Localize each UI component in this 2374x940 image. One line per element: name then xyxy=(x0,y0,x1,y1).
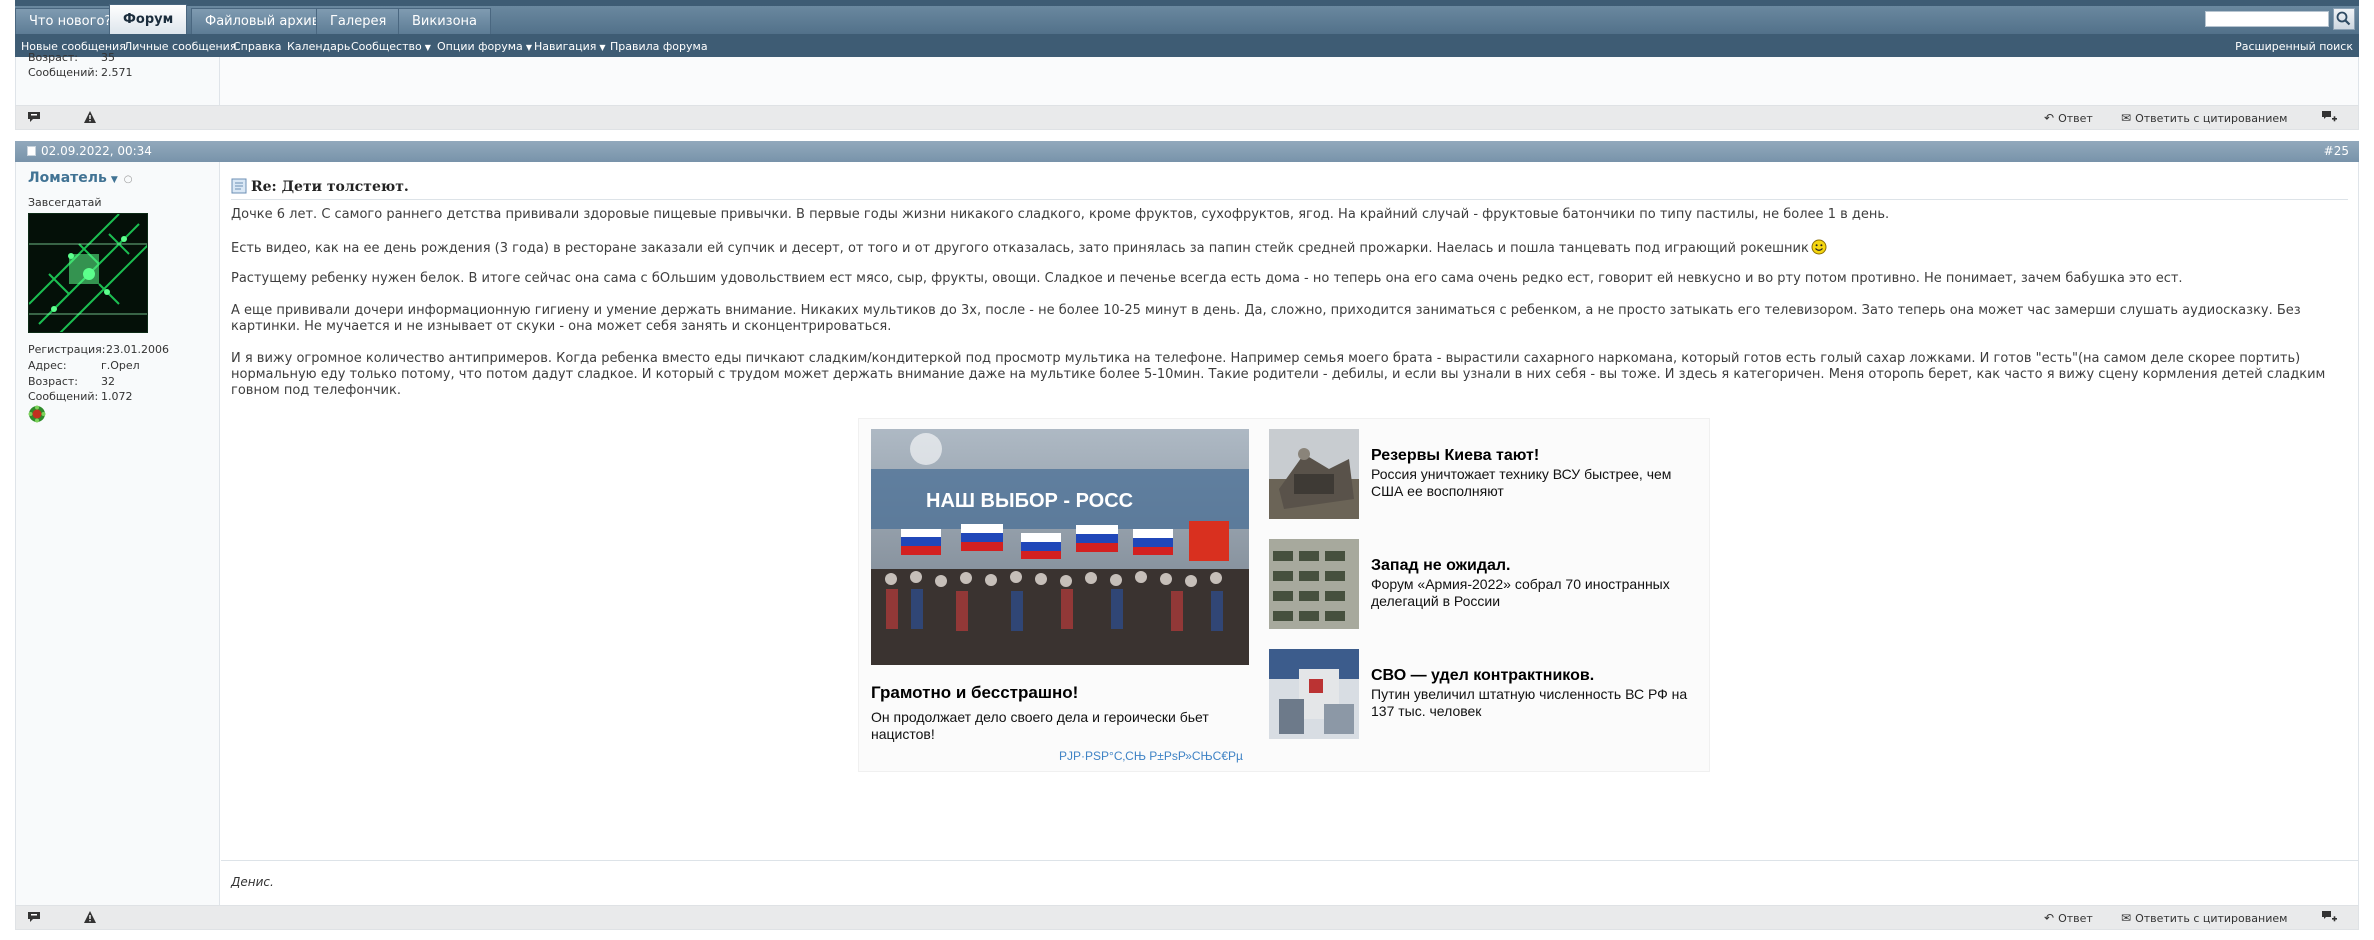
subnav-forum-options[interactable]: Опции форума ▼ xyxy=(437,40,532,53)
post-icon xyxy=(231,178,247,194)
quote-bubble-icon: ✉ xyxy=(2121,911,2132,925)
reply-arrow-icon: ↶ xyxy=(2044,111,2055,125)
news-thumbnail[interactable] xyxy=(1269,649,1359,739)
navbar-subnav: Новые сообщения Личные сообщения Справка… xyxy=(15,36,2359,57)
multi-quote-icon[interactable] xyxy=(2321,110,2337,126)
subnav-navigation[interactable]: Навигация ▼ xyxy=(534,40,606,53)
subnav-community[interactable]: Сообщество ▼ xyxy=(351,40,431,53)
tab-wikizone[interactable]: Викизона xyxy=(398,8,491,34)
message-paragraph: И я вижу огромное количество антипримеро… xyxy=(231,351,2326,398)
document-icon xyxy=(27,146,36,156)
user-title: Завсегдатай xyxy=(28,196,102,209)
previous-post-age: Возраст: 35 xyxy=(28,51,115,64)
post-content: Re: Дети толстеют. Дочке 6 лет. С самого… xyxy=(221,162,2358,906)
award-badge-icon[interactable] xyxy=(28,405,46,423)
caret-down-icon: ▼ xyxy=(599,43,606,52)
news-item-title[interactable]: Резервы Киева тают! xyxy=(1371,447,1539,465)
multi-quote-icon[interactable] xyxy=(2321,910,2337,926)
previous-post: Возраст: 35 Сообщений: 2.571 xyxy=(15,51,2359,105)
news-thumbnail[interactable] xyxy=(1269,539,1359,629)
message-paragraph: Растущему ребенку нужен белок. В итоге с… xyxy=(231,271,2183,286)
search-input[interactable] xyxy=(2205,11,2329,27)
subnav-help[interactable]: Справка xyxy=(233,40,281,53)
post-userinfo: Ломатель ▼ ○ Завсегдатай Регистрация: 23… xyxy=(16,162,220,906)
search-button[interactable] xyxy=(2333,8,2355,30)
user-registration: Регистрация: 23.01.2006 xyxy=(28,343,169,356)
news-item[interactable]: Запад не ожидал. Форум «Армия-2022» собр… xyxy=(1269,539,1699,629)
banner-text: НАШ ВЫБОР - РОСС xyxy=(926,490,1133,512)
tab-forum[interactable]: Форум xyxy=(109,4,188,34)
quote-reply-link[interactable]: ✉ Ответить с цитированием xyxy=(2121,111,2287,125)
navbar: Что нового? Форум Файловый архив Галерея… xyxy=(15,0,2359,57)
news-item-description[interactable]: Путин увеличил штатную численность ВС РФ… xyxy=(1371,686,1701,720)
avatar[interactable] xyxy=(28,213,148,333)
speech-bubble-icon[interactable] xyxy=(26,110,42,126)
tab-file-archive[interactable]: Файловый архив xyxy=(191,8,334,34)
news-item-title[interactable]: СВО — удел контрактников. xyxy=(1371,667,1594,685)
subnav-calendar[interactable]: Календарь xyxy=(287,40,350,53)
subnav-forum-rules[interactable]: Правила форума xyxy=(610,40,708,53)
news-main-title[interactable]: Грамотно и бесстрашно! xyxy=(871,683,1078,703)
speech-bubble-icon[interactable] xyxy=(26,910,42,926)
navbar-tabs: Что нового? Форум Файловый архив Галерея… xyxy=(15,4,2359,34)
previous-post-footer: ↶ Ответ ✉ Ответить с цитированием xyxy=(15,105,2359,130)
signature: Денис. xyxy=(231,875,274,889)
news-item[interactable]: СВО — удел контрактников. Путин увеличил… xyxy=(1269,649,1699,739)
caret-down-icon: ▼ xyxy=(424,43,431,52)
post-title: Re: Дети толстеют. xyxy=(231,178,2348,200)
reply-link[interactable]: ↶ Ответ xyxy=(2044,111,2093,125)
post-header: 02.09.2022, 00:34 #25 xyxy=(15,141,2359,162)
news-thumbnail[interactable] xyxy=(1269,429,1359,519)
news-widget: НАШ ВЫБОР - РОСС Грамотно и бесстрашно! … xyxy=(858,418,1710,772)
message-paragraph: А еще прививали дочери информационную ги… xyxy=(231,303,2301,334)
user-message-count: Сообщений: 1.072 xyxy=(28,390,133,403)
smiley-icon xyxy=(1811,239,1827,255)
subnav-private-messages[interactable]: Личные сообщения xyxy=(124,40,236,53)
user-age: Возраст: 32 xyxy=(28,375,115,388)
post-date: 02.09.2022, 00:34 xyxy=(27,144,152,158)
news-item-description[interactable]: Россия уничтожает технику ВСУ быстрее, ч… xyxy=(1371,466,1701,500)
quote-bubble-icon: ✉ xyxy=(2121,111,2132,125)
signature-divider xyxy=(221,860,2358,861)
news-item[interactable]: Резервы Киева тают! Россия уничтожает те… xyxy=(1269,429,1699,519)
warning-icon[interactable] xyxy=(82,910,98,926)
post-author[interactable]: Ломатель ▼ ○ xyxy=(28,170,133,186)
magnifier-icon xyxy=(2336,11,2351,26)
post-footer: ↶ Ответ ✉ Ответить с цитированием xyxy=(15,905,2359,930)
user-address: Адрес: г.Орел xyxy=(28,359,140,372)
news-main-description[interactable]: Он продолжает дело своего дела и героиче… xyxy=(871,709,1251,743)
tab-gallery[interactable]: Галерея xyxy=(316,8,401,34)
previous-post-message-count: Сообщений: 2.571 xyxy=(28,66,133,79)
news-item-title[interactable]: Запад не ожидал. xyxy=(1371,557,1511,575)
reply-arrow-icon: ↶ xyxy=(2044,911,2055,925)
offline-status-icon: ○ xyxy=(123,174,133,185)
news-main-image[interactable]: НАШ ВЫБОР - РОСС xyxy=(871,429,1249,665)
post-number[interactable]: #25 xyxy=(2324,144,2349,158)
post-body: Ломатель ▼ ○ Завсегдатай Регистрация: 23… xyxy=(15,162,2359,906)
message-paragraph: Есть видео, как на ее день рождения (3 г… xyxy=(231,239,2334,257)
previous-post-userinfo: Возраст: 35 Сообщений: 2.571 xyxy=(16,51,220,105)
caret-down-icon: ▼ xyxy=(110,175,118,185)
caret-down-icon: ▼ xyxy=(525,43,532,52)
quote-reply-link[interactable]: ✉ Ответить с цитированием xyxy=(2121,911,2287,925)
news-source-link[interactable]: РЈР·РЅР°С‚СЊ Р±РѕР»СЊС€Рµ xyxy=(1059,749,1243,763)
advanced-search-link[interactable]: Расширенный поиск xyxy=(2235,40,2353,53)
news-item-description[interactable]: Форум «Армия-2022» собрал 70 иностранных… xyxy=(1371,576,1701,610)
warning-icon[interactable] xyxy=(82,110,98,126)
message-paragraph: Дочке 6 лет. С самого раннего детства пр… xyxy=(231,207,1890,222)
reply-link[interactable]: ↶ Ответ xyxy=(2044,911,2093,925)
